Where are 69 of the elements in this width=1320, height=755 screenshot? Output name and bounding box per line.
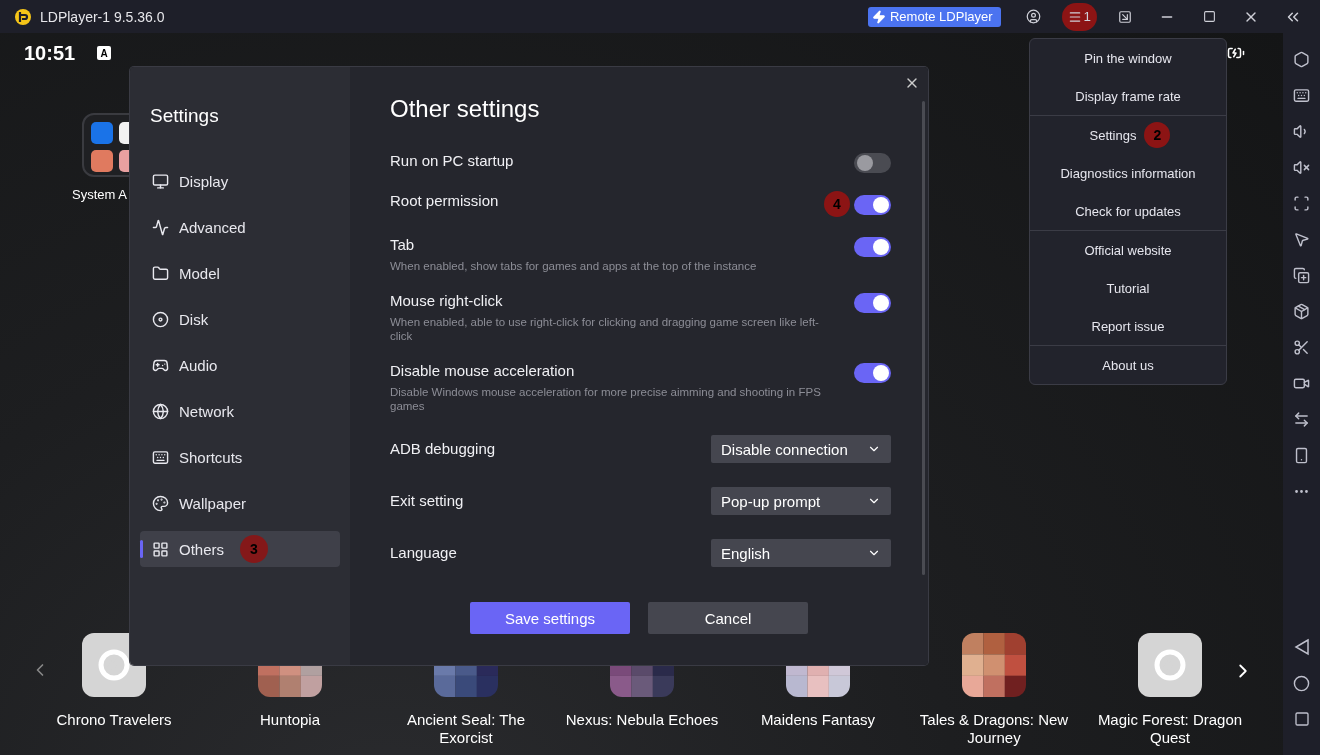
setting-label: Exit setting bbox=[390, 491, 465, 511]
step-marker: 3 bbox=[240, 535, 268, 563]
menu-item[interactable]: Report issue bbox=[1087, 311, 1169, 341]
toggle-switch[interactable] bbox=[854, 293, 891, 313]
toggle-switch[interactable] bbox=[854, 153, 891, 173]
clock: 10:51 bbox=[24, 41, 76, 65]
pulse-icon bbox=[152, 218, 169, 236]
app-label: Ancient Seal: The Exorcist bbox=[405, 711, 527, 747]
step-marker: 4 bbox=[824, 191, 850, 217]
menu-item[interactable]: Diagnostics information bbox=[1056, 158, 1200, 188]
menu-item[interactable]: Check for updates bbox=[1071, 196, 1185, 226]
remote-button[interactable]: Remote LDPlayer bbox=[867, 6, 1001, 27]
setting-label: Language bbox=[390, 543, 458, 563]
grid-icon bbox=[152, 540, 169, 558]
setting-description: When enabled, show tabs for games and apps at the top of the instance bbox=[390, 259, 758, 273]
toggle-switch[interactable] bbox=[854, 195, 891, 215]
nav-item[interactable]: Audio bbox=[140, 347, 340, 383]
nav-item[interactable]: Disk bbox=[140, 301, 340, 337]
disc-icon bbox=[152, 310, 169, 328]
toggle-switch[interactable] bbox=[854, 363, 891, 383]
menu-item[interactable]: Tutorial bbox=[1102, 273, 1154, 303]
dropdown[interactable]: English bbox=[711, 539, 891, 567]
app-label: Nexus: Nebula Echoes bbox=[564, 711, 720, 729]
app-label: Tales & Dragons: New Journey bbox=[918, 711, 1070, 747]
nav-item[interactable]: Shortcuts bbox=[140, 439, 340, 475]
nav-item[interactable]: Wallpaper bbox=[140, 485, 340, 521]
window-title: LDPlayer-1 9.5.36.0 bbox=[40, 8, 166, 25]
nav-item[interactable]: Advanced bbox=[140, 209, 340, 245]
setting-label: Run on PC startup bbox=[390, 151, 515, 171]
section-heading: Other settings bbox=[390, 95, 541, 123]
dropdown[interactable]: Disable connection bbox=[711, 435, 891, 463]
toggle-switch[interactable] bbox=[854, 237, 891, 257]
setting-description: When enabled, able to use right-click for clicking and dragging game screen like left-click bbox=[390, 315, 820, 343]
dropdown[interactable]: Pop-up prompt bbox=[711, 487, 891, 515]
setting-description: Disable Windows mouse acceleration for more precise aimming and shooting in FPS games bbox=[390, 385, 822, 413]
keyboard-icon bbox=[152, 448, 169, 466]
nav-item[interactable]: Network bbox=[140, 393, 340, 429]
palette-icon bbox=[152, 494, 169, 512]
globe-icon bbox=[152, 402, 169, 420]
folder-label: System A bbox=[72, 187, 127, 202]
app-logo bbox=[14, 7, 32, 26]
monitor-icon bbox=[152, 172, 169, 190]
nav-item[interactable]: Model bbox=[140, 255, 340, 291]
setting-label: Disable mouse acceleration bbox=[390, 361, 576, 381]
menu-icon bbox=[1067, 9, 1082, 24]
app-label: Magic Forest: Dragon Quest bbox=[1096, 711, 1244, 747]
menu-item[interactable]: About us bbox=[1098, 350, 1158, 380]
app-label: Huntopia bbox=[258, 711, 321, 729]
menu-button[interactable]: 1 bbox=[1061, 2, 1097, 31]
keyboard-badge: A bbox=[97, 46, 112, 60]
dialog-title: Settings bbox=[150, 105, 220, 127]
app-label: Maidens Fantasy bbox=[759, 711, 877, 729]
menu-item[interactable]: Pin the window bbox=[1080, 43, 1176, 73]
setting-label: Mouse right-click bbox=[390, 291, 504, 311]
cancel-button[interactable]: Cancel bbox=[648, 602, 808, 634]
save-button[interactable]: Save settings bbox=[470, 602, 630, 634]
app-icon[interactable] bbox=[1138, 633, 1202, 697]
nav-item[interactable]: Display bbox=[140, 163, 340, 199]
menu-item[interactable]: Display frame rate bbox=[1071, 81, 1185, 111]
nav-item[interactable]: Others 3 bbox=[140, 531, 340, 567]
lightning-icon bbox=[871, 9, 886, 24]
setting-label: Root permission bbox=[390, 191, 500, 211]
setting-label: ADB debugging bbox=[390, 439, 497, 459]
setting-label: Tab bbox=[390, 235, 416, 255]
step-marker: 2 bbox=[1144, 122, 1171, 148]
folder-icon bbox=[152, 264, 169, 282]
menu-item[interactable]: Official website bbox=[1080, 235, 1176, 265]
menu-item[interactable]: Settings bbox=[1085, 120, 1141, 150]
app-label: Chrono Travelers bbox=[55, 711, 173, 729]
